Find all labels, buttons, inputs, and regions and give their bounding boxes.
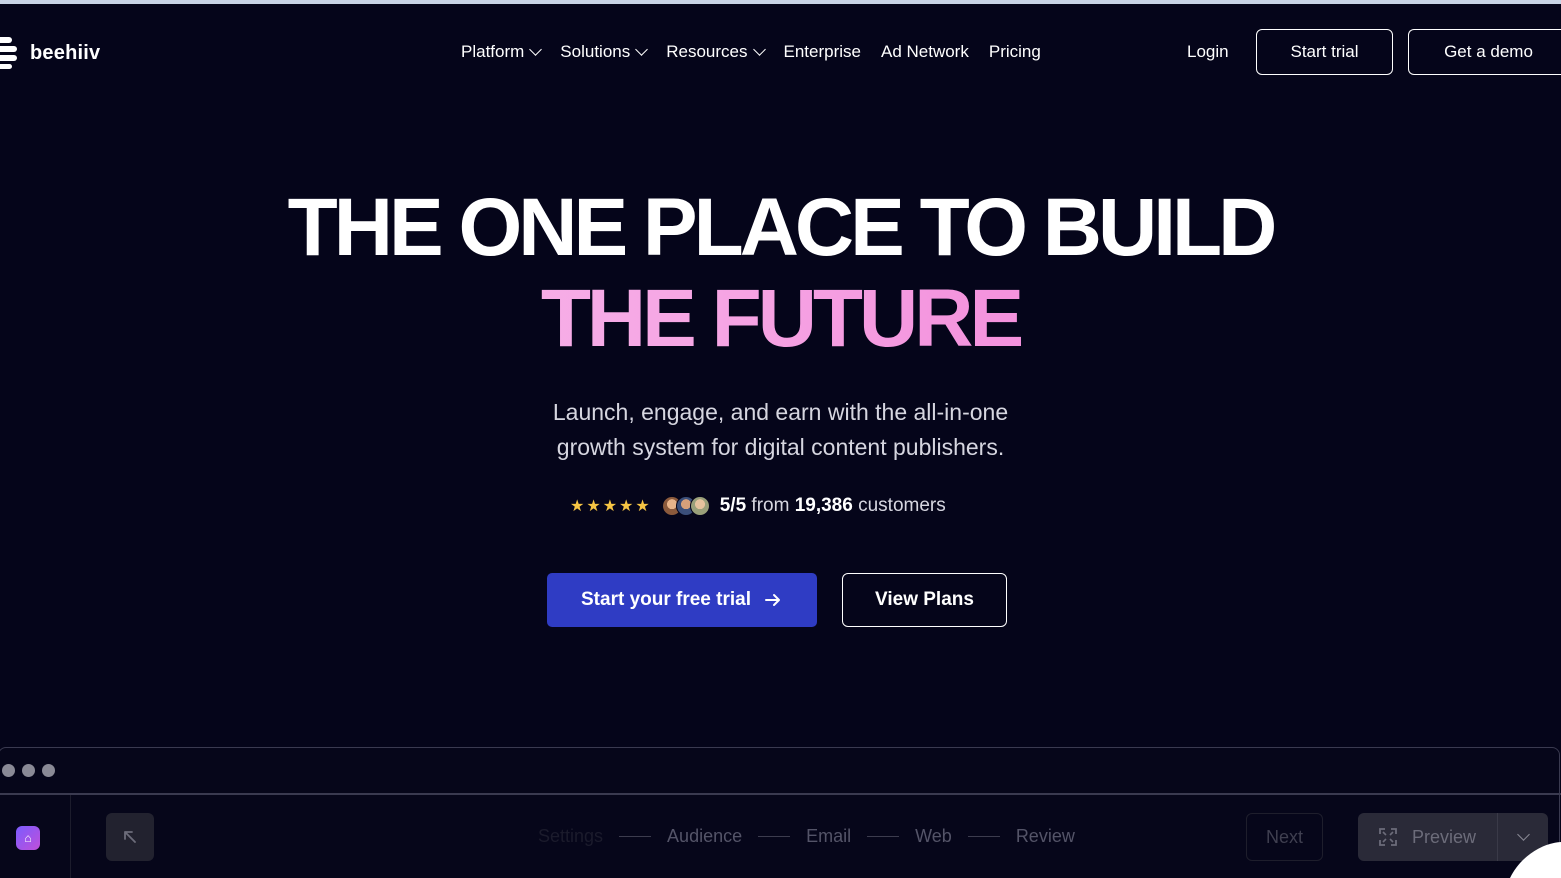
app-preview-window: [0, 747, 1560, 878]
step-connector: [619, 835, 652, 838]
nav-item-label: Enterprise: [783, 42, 861, 61]
nav-item-label: Pricing: [988, 42, 1041, 61]
subheadline-line1: Launch, engage, and earn with the all-in…: [552, 399, 1009, 425]
step-connector: [967, 835, 1000, 838]
star-icon: ★: [635, 498, 650, 515]
nav-item-ad-network[interactable]: Ad Network: [881, 42, 969, 62]
nav-item-pricing[interactable]: Pricing: [989, 42, 1041, 62]
nav-item-label: Ad Network: [880, 42, 969, 61]
customer-avatars: [661, 496, 710, 516]
star-icon: ★: [619, 498, 634, 515]
rating-from: from: [751, 495, 790, 516]
browser-top-strip: [0, 0, 1561, 4]
nav-item-label: Platform: [461, 42, 525, 61]
step-connector: [867, 835, 900, 838]
nav-item-solutions[interactable]: Solutions: [560, 42, 649, 62]
step-email[interactable]: Email: [806, 826, 851, 847]
step-settings[interactable]: Settings: [538, 826, 603, 847]
window-dot-icon: [2, 764, 15, 777]
rating-count: 19,386: [794, 495, 853, 516]
app-logo-icon: ⌂: [16, 826, 40, 850]
step-connector: [758, 835, 791, 838]
sidebar-divider: [70, 795, 71, 878]
brand-name: beehiiv: [30, 41, 101, 64]
star-icon: ★: [570, 498, 585, 515]
exit-button[interactable]: [106, 813, 154, 861]
chevron-down-icon: [529, 43, 543, 56]
expand-icon: [1379, 828, 1397, 846]
page: beehiiv Platform Solutions Resources Ent…: [0, 0, 1561, 878]
star-icon: ★: [586, 498, 601, 515]
start-free-trial-button[interactable]: Start your free trial: [547, 573, 817, 627]
nav-item-platform[interactable]: Platform: [461, 42, 543, 62]
hero-headline-line2: THE FUTURE: [0, 278, 1561, 360]
view-plans-button[interactable]: View Plans: [842, 573, 1007, 627]
main-nav: Platform Solutions Resources Enterprise …: [461, 42, 1041, 62]
star-icon: ★: [602, 498, 618, 515]
step-audience[interactable]: Audience: [667, 826, 742, 847]
get-demo-button[interactable]: Get a demo: [1408, 29, 1561, 75]
window-dot-icon: [42, 764, 55, 777]
step-review[interactable]: Review: [1016, 826, 1075, 847]
brand-logo[interactable]: beehiiv: [0, 37, 100, 69]
hero-subheadline: Launch, engage, and earn with the all-in…: [0, 395, 1561, 465]
rating-customers: customers: [858, 495, 946, 516]
preview-button-group: Preview: [1358, 813, 1548, 861]
nav-item-label: Resources: [666, 42, 748, 61]
chevron-down-icon: [752, 43, 766, 56]
cta-primary-label: Start your free trial: [581, 589, 751, 610]
hero-headline-line1: THE ONE PLACE TO BUILD: [287, 182, 1278, 273]
star-rating: ★ ★ ★ ★ ★: [570, 496, 650, 516]
chevron-down-icon: [635, 43, 649, 56]
login-link[interactable]: Login: [1187, 42, 1229, 62]
subheadline-line2: growth system for digital content publis…: [556, 434, 1005, 460]
avatar: [689, 496, 710, 516]
next-button[interactable]: Next: [1246, 813, 1323, 861]
window-divider: [0, 793, 1561, 795]
rating-row: ★ ★ ★ ★ ★ 5/5 from 19,386 customers: [570, 495, 946, 517]
step-web[interactable]: Web: [915, 826, 952, 847]
nav-item-enterprise[interactable]: Enterprise: [784, 42, 861, 62]
wizard-steps: Settings Audience Email Web Review: [538, 826, 1075, 847]
nav-item-resources[interactable]: Resources: [666, 42, 766, 62]
chevron-down-icon: [1516, 828, 1530, 841]
start-trial-button[interactable]: Start trial: [1256, 29, 1393, 75]
beehiiv-logo-icon: [0, 37, 20, 69]
arrow-right-icon: [765, 594, 780, 606]
preview-label: Preview: [1412, 826, 1477, 847]
preview-button[interactable]: Preview: [1358, 813, 1498, 861]
rating-text: 5/5 from 19,386 customers: [720, 495, 946, 517]
window-dot-icon: [22, 764, 35, 777]
nav-item-label: Solutions: [560, 42, 631, 61]
window-controls: [2, 764, 55, 777]
preview-options-dropdown[interactable]: [1498, 828, 1548, 841]
rating-score: 5/5: [719, 495, 747, 516]
arrow-up-left-icon: [124, 831, 136, 843]
